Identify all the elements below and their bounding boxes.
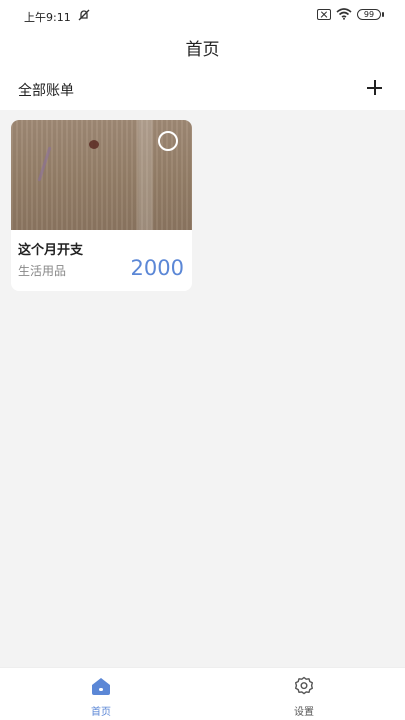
battery-level: 99: [357, 8, 381, 20]
add-bill-button[interactable]: [365, 78, 385, 98]
gear-icon: [295, 676, 313, 695]
bill-category: 生活用品: [18, 264, 67, 278]
bill-photo: [11, 120, 192, 230]
bill-card[interactable]: 这个月开支 生活用品 2000: [11, 120, 192, 291]
bottom-tab-bar: 首页 设置: [0, 667, 405, 720]
no-sim-icon: [317, 8, 331, 20]
header-area: 上午9:11 99 首页 全部账单: [0, 0, 405, 110]
wifi-icon: [336, 8, 352, 20]
do-not-disturb-icon: [78, 9, 90, 21]
section-header: 全部账单: [0, 78, 405, 102]
section-title: 全部账单: [18, 83, 74, 99]
page-title: 首页: [185, 40, 220, 60]
bill-amount: 2000: [130, 256, 184, 280]
select-circle-icon[interactable]: [158, 131, 178, 151]
tab-home[interactable]: 首页: [71, 676, 131, 718]
tab-home-label: 首页: [91, 707, 111, 718]
tab-settings[interactable]: 设置: [274, 676, 334, 718]
status-time: 上午9:11: [24, 11, 71, 24]
tab-settings-label: 设置: [294, 707, 314, 718]
home-icon: [92, 678, 110, 695]
battery-icon: 99: [357, 8, 384, 20]
status-bar: 上午9:11 99: [0, 0, 405, 32]
bill-title: 这个月开支: [18, 243, 84, 258]
status-icons: 99: [317, 8, 384, 20]
